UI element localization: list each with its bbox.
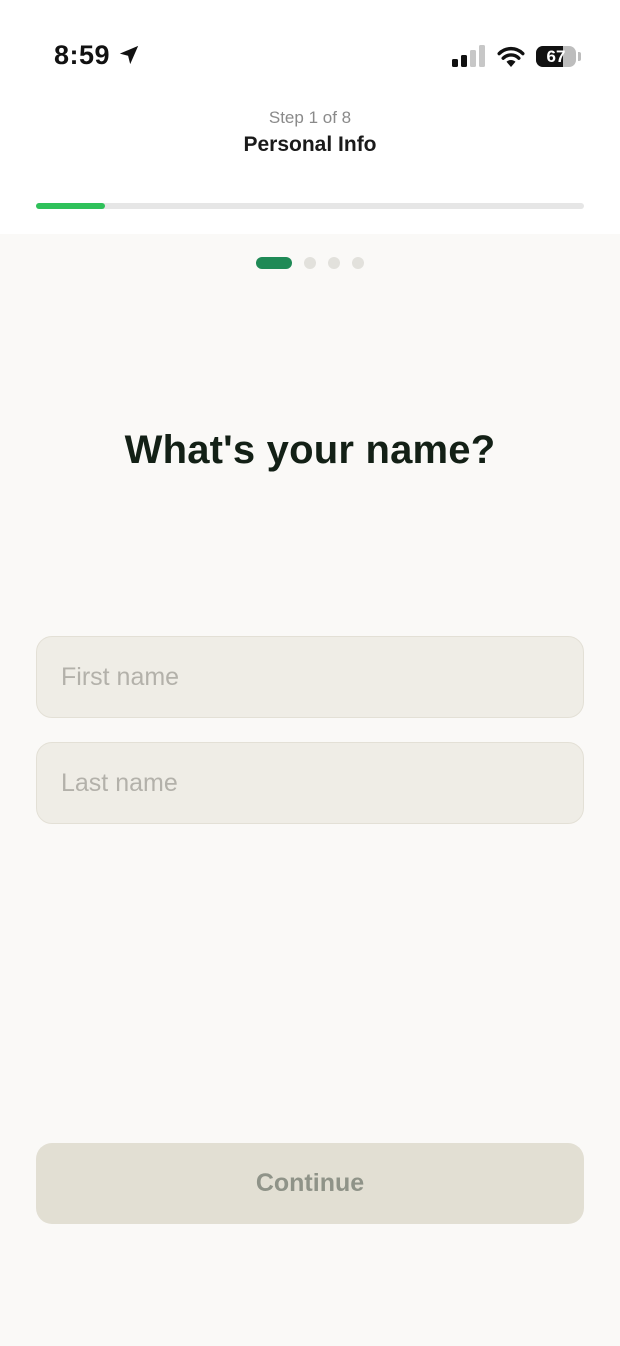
page-dot <box>328 257 340 269</box>
question-heading: What's your name? <box>124 428 496 472</box>
page-indicator <box>0 257 620 269</box>
status-time: 8:59 <box>54 40 111 70</box>
continue-button[interactable]: Continue <box>36 1143 584 1224</box>
progress-bar <box>36 203 584 209</box>
page-dot <box>304 257 316 269</box>
wifi-icon <box>497 46 525 67</box>
last-name-input[interactable] <box>36 742 584 824</box>
battery-cap <box>578 52 581 61</box>
progress-bar-fill <box>36 203 105 209</box>
location-arrow-icon <box>119 45 139 65</box>
cellular-signal-icon <box>452 45 485 67</box>
first-name-input[interactable] <box>36 636 584 718</box>
battery-percent: 67 <box>546 47 566 66</box>
step-counter: Step 1 of 8 <box>268 108 352 127</box>
page-dot-active <box>256 257 292 269</box>
page-title: Personal Info <box>243 133 377 156</box>
page-dot <box>352 257 364 269</box>
